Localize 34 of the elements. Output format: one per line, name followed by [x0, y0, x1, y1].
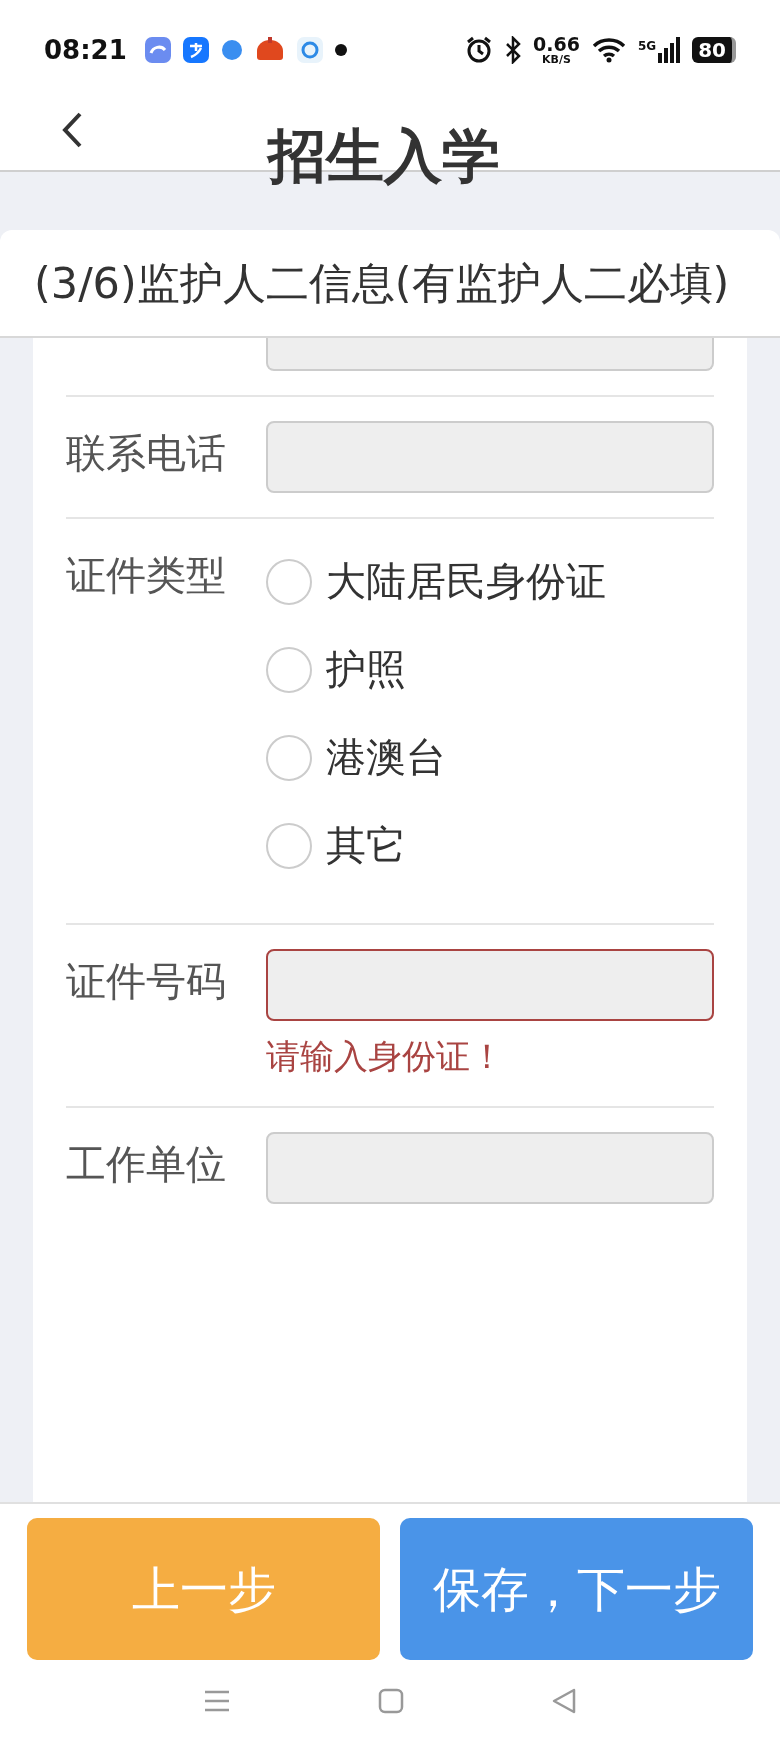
bluetooth-icon [505, 36, 522, 64]
home-icon [378, 1688, 404, 1714]
radio-label: 护照 [326, 645, 407, 694]
field-label: 联系电话 [66, 429, 227, 478]
field-label: 证件类型 [66, 551, 227, 600]
field-label: 证件号码 [66, 957, 227, 1006]
field-label: 工作单位 [66, 1140, 227, 1189]
payment-app-icon [182, 37, 209, 63]
signal-icon [658, 37, 681, 63]
net-speed: 0.66 [533, 35, 580, 54]
section-header: (3/6)监护人二信息(有监护人二必填) [0, 230, 780, 338]
network-type: 5G [637, 38, 657, 55]
error-message: 请输入身份证！ [266, 1035, 505, 1078]
back-triangle-icon [550, 1688, 577, 1714]
wifi-icon [591, 37, 626, 63]
radio-button[interactable] [266, 559, 312, 605]
back-icon [60, 111, 84, 149]
net-speed-unit: KB/S [542, 54, 571, 65]
notification-dot-icon [334, 44, 347, 56]
save-next-button[interactable]: 保存，下一步 [400, 1518, 753, 1660]
radio-button[interactable] [266, 823, 312, 869]
radio-label: 其它 [326, 821, 407, 870]
alarm-icon [465, 36, 494, 64]
radio-label: 大陆居民身份证 [326, 557, 607, 606]
cloud-search-icon [296, 37, 323, 63]
radio-button[interactable] [266, 647, 312, 693]
page-title: 招生入学 [268, 121, 500, 192]
battery-level: 80 [692, 37, 736, 63]
radio-label: 港澳台 [326, 733, 447, 782]
clock-time: 08:21 [44, 33, 127, 67]
previous-button[interactable]: 上一步 [27, 1518, 380, 1660]
menu-icon [203, 1689, 232, 1713]
radio-button[interactable] [266, 735, 312, 781]
input-field[interactable] [266, 949, 714, 1021]
